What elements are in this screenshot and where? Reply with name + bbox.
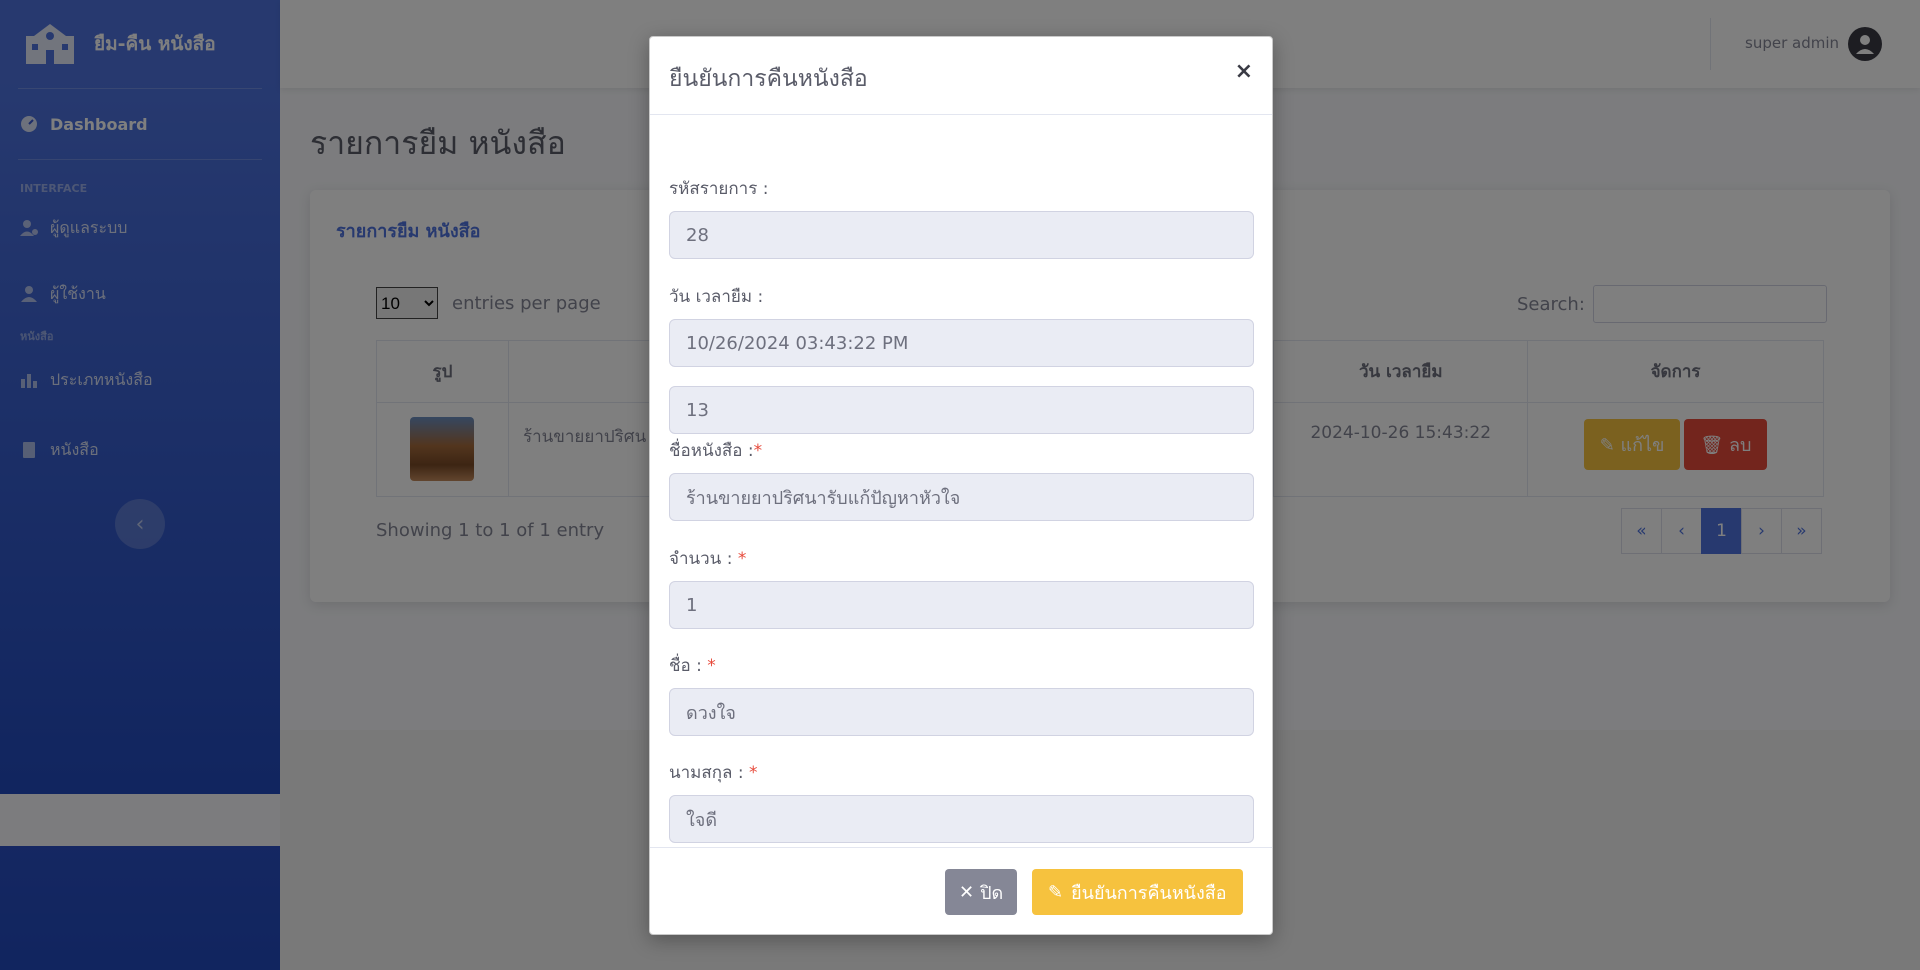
- datetime-field[interactable]: 10/26/2024 03:43:22 PM: [669, 319, 1254, 367]
- modal-body: รหัสรายการ : 28 วัน เวลายืม : 10/26/2024…: [669, 115, 1254, 751]
- last-name-field[interactable]: ใจดี: [669, 795, 1254, 843]
- quantity-field[interactable]: 1: [669, 581, 1254, 629]
- modal-footer: ✕ ปิด ✎ ยืนยันการคืนหนังสือ: [650, 847, 1272, 935]
- book-name-field[interactable]: ร้านขายยาปริศนารับแก้ปัญหาหัวใจ: [669, 473, 1254, 521]
- label-datetime: วัน เวลายืม :: [669, 287, 764, 307]
- modal-title: ยืนยันการคืนหนังสือ: [669, 66, 868, 92]
- return-book-modal: ยืนยันการคืนหนังสือ × รหัสรายการ : 28 วั…: [649, 36, 1273, 935]
- label-last-name: นามสกุล : *: [669, 763, 758, 783]
- book-id-field[interactable]: 13: [669, 386, 1254, 434]
- close-button[interactable]: ✕ ปิด: [945, 869, 1018, 915]
- close-icon[interactable]: ×: [1235, 59, 1253, 84]
- times-icon: ✕: [959, 881, 975, 903]
- label-qty: จำนวน : *: [669, 549, 747, 569]
- label-code: รหัสรายการ :: [669, 179, 769, 199]
- confirm-return-button[interactable]: ✎ ยืนยันการคืนหนังสือ: [1032, 869, 1243, 915]
- edit-icon: ✎: [1048, 881, 1064, 903]
- label-book-name: ชื่อหนังสือ :*: [669, 441, 763, 461]
- modal-header: ยืนยันการคืนหนังสือ ×: [650, 37, 1272, 115]
- label-first-name: ชื่อ : *: [669, 656, 716, 676]
- first-name-field[interactable]: ดวงใจ: [669, 688, 1254, 736]
- code-field[interactable]: 28: [669, 211, 1254, 259]
